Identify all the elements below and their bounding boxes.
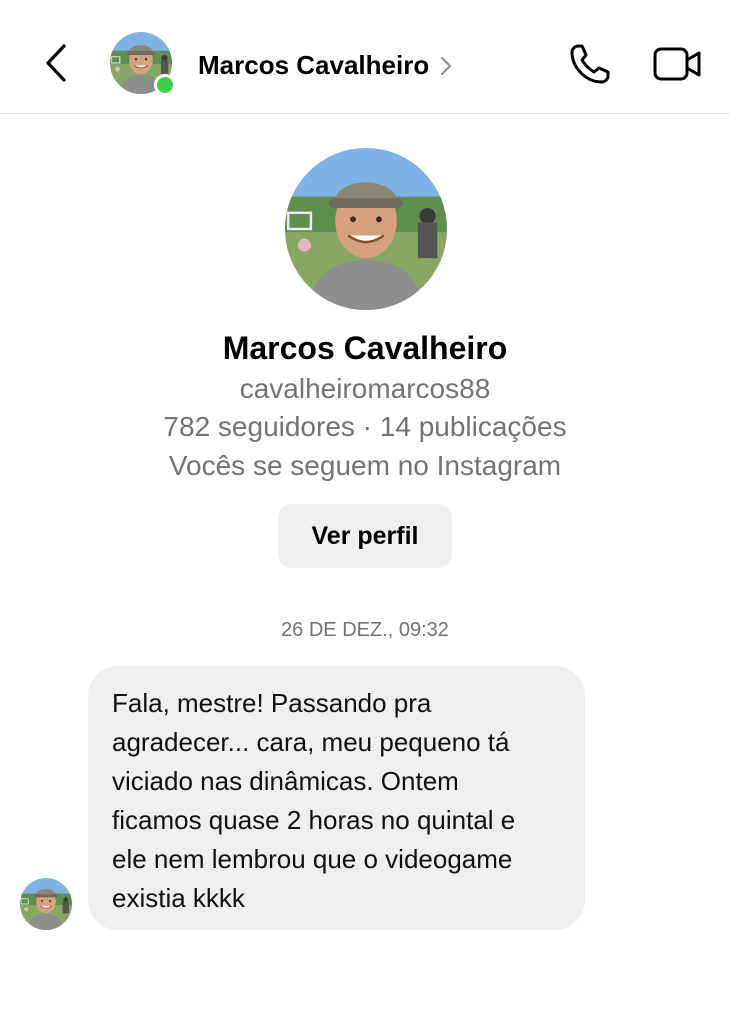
message-line: existia kkkk: [112, 883, 245, 913]
view-profile-button[interactable]: Ver perfil: [278, 504, 452, 568]
chat-header: Marcos Cavalheiro: [0, 0, 730, 114]
message-line: viciado nas dinâmicas. Ontem: [112, 766, 459, 796]
profile-stats: 782 seguidores · 14 publicações: [163, 411, 567, 442]
message-line: ficamos quase 2 horas no quintal e: [112, 805, 516, 835]
profile-mutual-follow: Vocês se seguem no Instagram: [168, 450, 562, 481]
online-status-dot: [154, 74, 176, 96]
video-camera-icon[interactable]: [652, 44, 702, 84]
back-arrow-icon[interactable]: [40, 42, 72, 84]
message-timestamp: 26 DE DEZ., 09:32: [281, 619, 449, 641]
profile-avatar-image: [285, 148, 447, 310]
header-contact-name-text: Marcos Cavalheiro: [198, 50, 430, 80]
message-line: Fala, mestre! Passando pra: [112, 688, 432, 718]
message-sender-avatar-image: [20, 878, 72, 930]
chevron-right-icon: [441, 56, 452, 75]
profile-avatar[interactable]: [285, 148, 447, 310]
header-avatar[interactable]: [110, 32, 176, 96]
phone-icon[interactable]: [568, 42, 612, 86]
message-line: ele nem lembrou que o videogame: [112, 844, 513, 874]
header-contact-name[interactable]: Marcos Cavalheiro: [198, 50, 453, 81]
message-bubble[interactable]: Fala, mestre! Passando pra agradecer... …: [88, 666, 585, 930]
message-line: agradecer... cara, meu pequeno tá: [112, 727, 510, 757]
profile-username: cavalheiromarcos88: [239, 373, 491, 404]
profile-name: Marcos Cavalheiro: [222, 330, 508, 366]
message-sender-avatar[interactable]: [20, 878, 72, 930]
